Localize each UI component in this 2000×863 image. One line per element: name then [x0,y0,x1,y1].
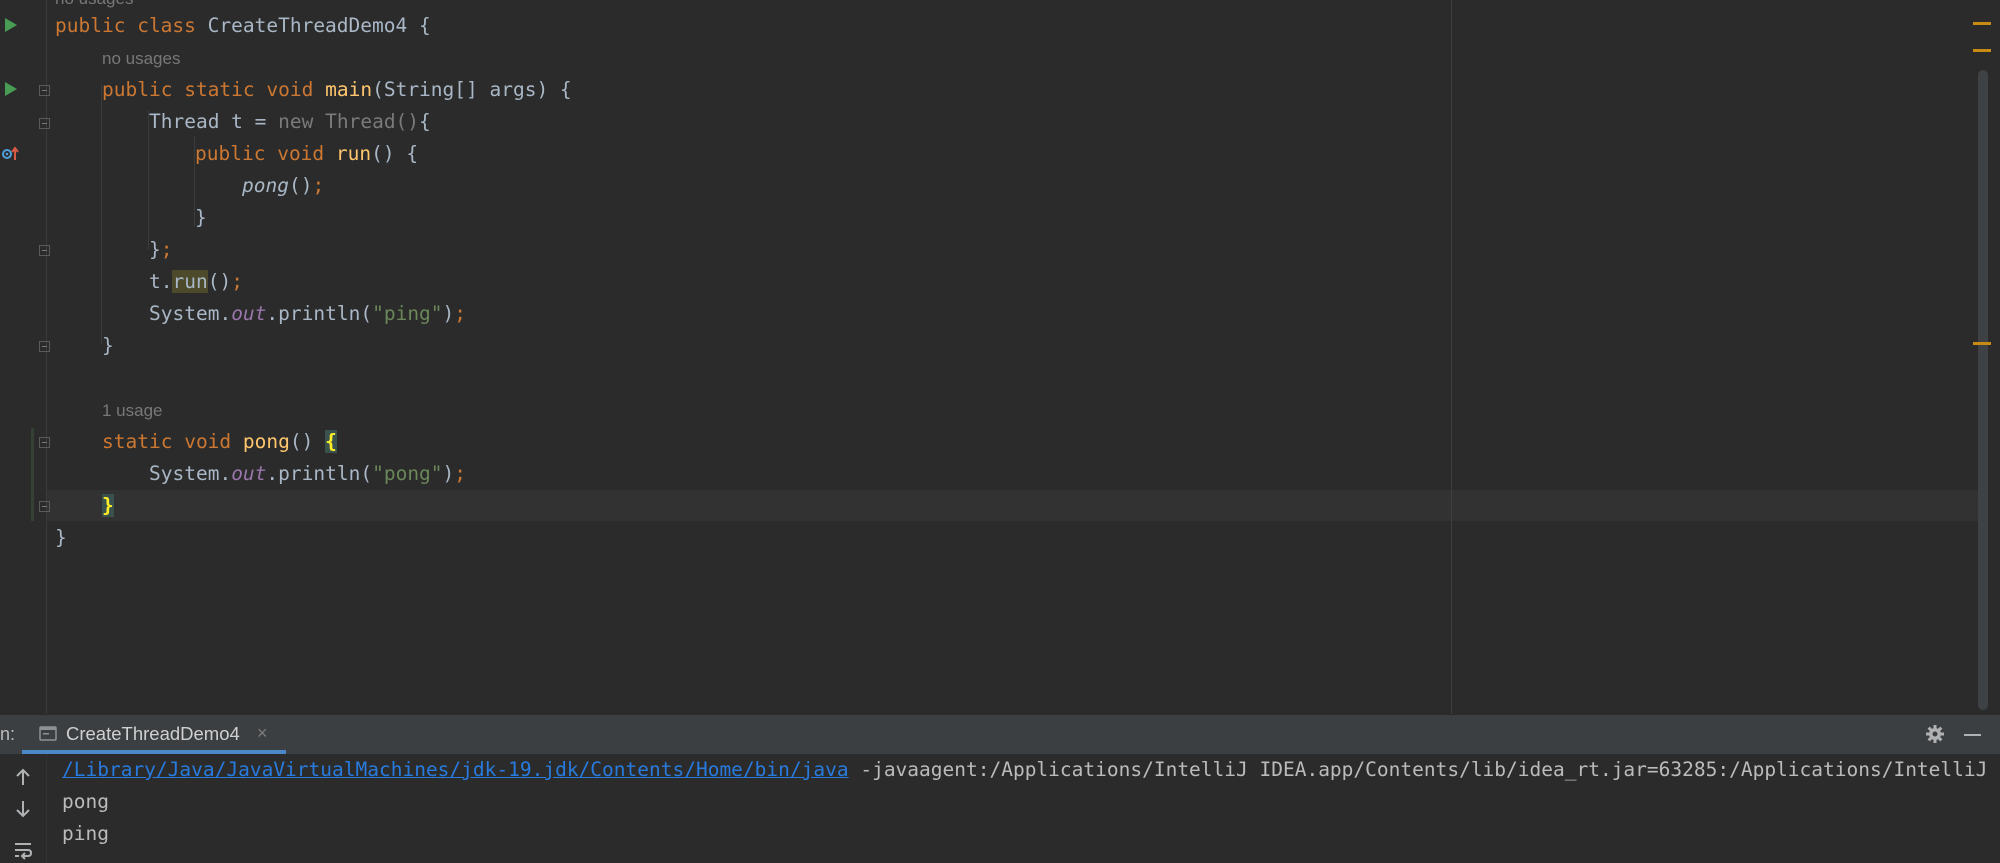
keyword: class [137,14,196,37]
override-method-icon[interactable] [1,146,19,162]
class-ref: System. [149,302,232,325]
run-class-icon[interactable] [5,18,17,32]
params: (String[] args) { [372,78,572,101]
java-path-link[interactable]: /Library/Java/JavaVirtualMachines/jdk-19… [62,758,849,781]
method-name: pong [242,430,290,453]
fold-marker[interactable] [39,118,50,129]
fold-marker[interactable] [39,341,50,352]
params: () { [371,142,419,165]
java-args: -javaagent:/Applications/IntelliJ IDEA.a… [848,758,2000,781]
object-ref: t. [149,270,173,293]
matched-brace: { [325,430,337,453]
close-tab-icon[interactable]: × [257,723,268,744]
code-line-main-close[interactable]: } [55,330,114,362]
keyword: void [277,142,325,165]
error-stripe-mark[interactable] [1973,342,1991,345]
error-stripe-mark[interactable] [1973,22,1991,25]
tab-label: CreateThreadDemo4 [66,723,240,744]
console-toolbar [0,754,47,863]
code-line-pong-decl[interactable]: static void pong() { [55,426,337,458]
keyword: void [266,78,314,101]
brace: { [419,110,431,133]
code-editor[interactable]: no usages public class CreateThreadDemo4… [0,0,2000,714]
arrow-up-icon[interactable] [12,766,34,788]
string-literal: "pong" [372,462,443,485]
settings-gear-icon[interactable] [1925,724,1945,744]
editor-vertical-scrollbar[interactable] [1978,70,1988,710]
method-name: main [325,78,373,101]
tab-createthreaddemo4[interactable]: CreateThreadDemo4 × [22,715,286,754]
console-output-line: ping [62,822,109,845]
paren: ) [442,302,455,325]
type-name: Thread() [313,110,420,133]
static-field: out [231,462,267,485]
fold-marker[interactable] [39,85,50,96]
editor-gutter[interactable] [0,0,47,714]
semicolon: ; [454,462,467,485]
code-line-pong-close[interactable]: } [55,490,114,522]
minimize-icon[interactable] [1964,734,1981,736]
code-line-run-decl[interactable]: public void run() { [55,138,418,170]
code-line-t-run[interactable]: t.run(); [55,266,243,298]
keyword: void [184,430,232,453]
brace: { [407,14,431,37]
console-command-line[interactable]: /Library/Java/JavaVirtualMachines/jdk-19… [62,754,2000,786]
keyword: public [55,14,126,37]
keyword: static [102,430,173,453]
brace: } [55,526,67,549]
method-name: run [335,142,372,165]
semicolon: ; [454,302,467,325]
error-stripe-mark[interactable] [1973,49,1991,52]
usage-hint-pong[interactable]: 1 usage [102,399,163,423]
matched-brace: } [102,494,114,517]
code-line-class-decl[interactable]: public class CreateThreadDemo4 { [55,10,431,42]
brace: } [149,238,161,261]
code-line-class-close[interactable]: } [55,522,67,554]
fold-marker[interactable] [39,245,50,256]
code-line-pong-call[interactable]: pong(); [55,170,324,202]
keyword: public [102,78,173,101]
run-toolwindow-header: n: CreateThreadDemo4 × [0,714,2000,754]
arrow-down-icon[interactable] [12,798,34,820]
keyword: public [195,142,266,165]
method-call-highlighted: run [172,270,208,293]
fold-marker[interactable] [39,501,50,512]
semicolon: ; [312,174,325,197]
console-output-line: pong [62,790,109,813]
current-line-highlight [47,490,1979,521]
brace: } [195,206,207,229]
code-line-main-decl[interactable]: public static void main(String[] args) { [55,74,572,106]
string-literal: "ping" [372,302,443,325]
code-line-thread-decl[interactable]: Thread t = new Thread(){ [55,106,431,138]
paren: ) [442,462,455,485]
usage-hint-main[interactable]: no usages [102,47,180,71]
semicolon: ; [160,238,173,261]
run-console[interactable]: /Library/Java/JavaVirtualMachines/jdk-19… [0,754,2000,863]
brace: } [102,334,114,357]
method-call: pong [242,174,289,197]
run-main-icon[interactable] [5,82,17,96]
run-config-icon [39,726,57,741]
keyword: static [184,78,255,101]
parens: () [288,174,313,197]
static-field: out [231,302,267,325]
toolwindow-title: n: [0,724,16,744]
vcs-change-marker[interactable] [31,428,34,521]
class-name: CreateThreadDemo4 [207,14,408,37]
code-line-anon-close[interactable]: }; [55,234,173,266]
class-ref: System. [149,462,232,485]
code-line-print-pong[interactable]: System.out.println("pong"); [55,458,466,490]
code-line-run-close[interactable]: } [55,202,207,234]
keyword: new [278,110,314,133]
method-call: .println( [266,302,373,325]
var-decl: Thread t = [149,110,279,133]
parens: () [207,270,232,293]
right-margin-guide [1451,0,1452,714]
semicolon: ; [231,270,243,293]
soft-wrap-icon[interactable] [12,840,34,862]
params: () [289,430,326,453]
fold-marker[interactable] [39,437,50,448]
code-line-print-ping[interactable]: System.out.println("ping"); [55,298,466,330]
method-call: .println( [266,462,373,485]
